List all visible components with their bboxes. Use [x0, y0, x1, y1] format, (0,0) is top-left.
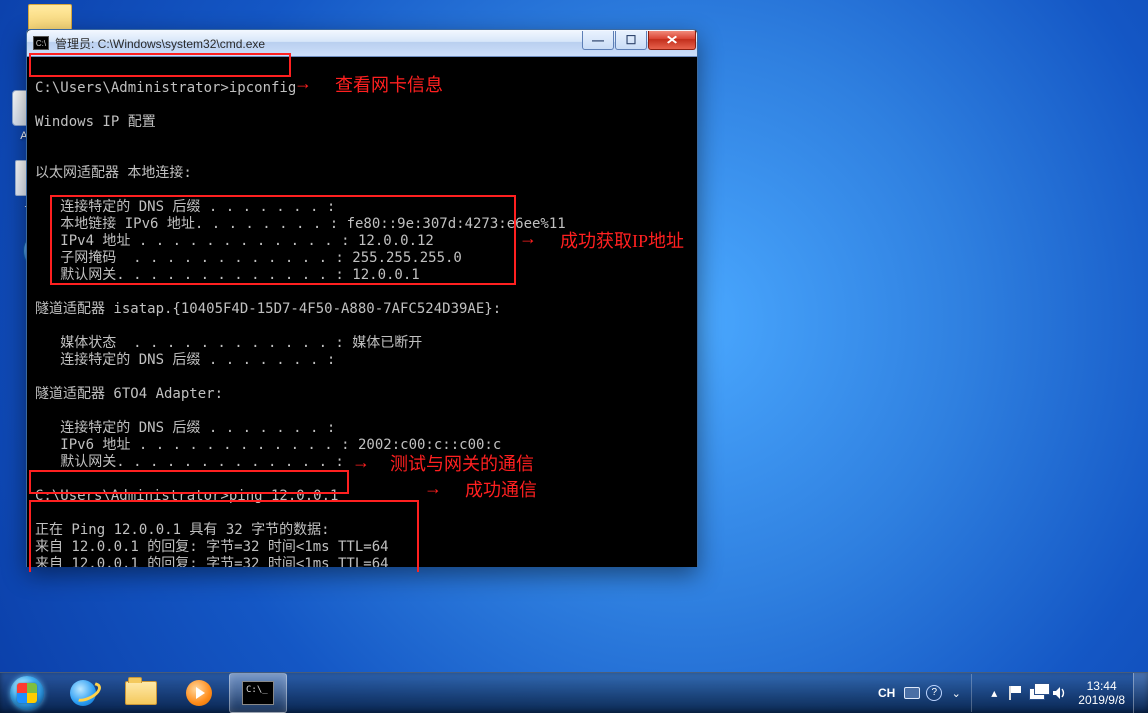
cmd-line: 以太网适配器 本地连接: [35, 165, 192, 181]
cmd-title-text: 管理员: C:\Windows\system32\cmd.exe [55, 35, 265, 52]
file-explorer-icon [125, 681, 157, 705]
cmd-window[interactable]: C:\ 管理员: C:\Windows\system32\cmd.exe — ☐… [26, 29, 698, 567]
ime-options-icon[interactable]: ⌄ [948, 685, 964, 701]
cmd-line: C:\Users\Administrator>ping 12.0.0.1 [35, 488, 338, 504]
start-button[interactable] [0, 673, 54, 713]
tray-overflow-button[interactable]: ▴ [987, 686, 1001, 700]
cmd-line: 正在 Ping 12.0.0.1 具有 32 字节的数据: [35, 522, 330, 538]
tray-separator [971, 674, 980, 712]
cmd-line: 连接特定的 DNS 后缀 . . . . . . . : [35, 199, 335, 215]
cmd-line: 隧道适配器 6TO4 Adapter: [35, 386, 223, 402]
taskbar-explorer[interactable] [113, 674, 169, 712]
cmd-icon [242, 681, 274, 705]
cmd-line: 连接特定的 DNS 后缀 . . . . . . . : [35, 352, 335, 368]
show-desktop-button[interactable] [1133, 673, 1148, 713]
cmd-line: 本地链接 IPv6 地址. . . . . . . . : fe80::9e:3… [35, 216, 566, 232]
minimize-button[interactable]: — [582, 31, 614, 50]
close-button[interactable]: ✕ [648, 31, 696, 50]
cmd-line: 默认网关. . . . . . . . . . . . . : 12.0.0.1 [35, 267, 420, 283]
taskbar-media-player[interactable] [171, 674, 227, 712]
internet-explorer-icon [70, 680, 96, 706]
maximize-button[interactable]: ☐ [615, 31, 647, 50]
cmd-line: 连接特定的 DNS 后缀 . . . . . . . : [35, 420, 335, 436]
clock-time: 13:44 [1078, 679, 1125, 693]
cmd-line: C:\Users\Administrator>ipconfig [35, 80, 296, 96]
taskbar: CH ? ⌄ ▴ 13:44 2019/9/8 [0, 672, 1148, 713]
ime-keyboard-icon[interactable] [904, 685, 920, 701]
ime-indicator[interactable]: CH [878, 686, 895, 700]
cmd-line: 来自 12.0.0.1 的回复: 字节=32 时间<1ms TTL=64 [35, 556, 389, 567]
taskbar-clock[interactable]: 13:44 2019/9/8 [1078, 679, 1125, 707]
taskbar-cmd[interactable] [229, 673, 287, 713]
cmd-line: IPv4 地址 . . . . . . . . . . . . : 12.0.0… [35, 233, 434, 249]
desktop: Adu 讠 控 C:\ 管理员: C:\Windows\system32\cmd… [0, 0, 1148, 713]
cmd-line: 默认网关. . . . . . . . . . . . . : [35, 454, 344, 470]
cmd-line: IPv6 地址 . . . . . . . . . . . . : 2002:c… [35, 437, 501, 453]
action-center-icon[interactable] [1007, 685, 1023, 701]
cmd-title-icon: C:\ [33, 36, 49, 50]
windows-logo-icon [10, 676, 44, 710]
cmd-line: 来自 12.0.0.1 的回复: 字节=32 时间<1ms TTL=64 [35, 539, 389, 555]
media-player-icon [186, 680, 212, 706]
clock-date: 2019/9/8 [1078, 693, 1125, 707]
taskbar-ie[interactable] [55, 674, 111, 712]
cmd-line: 媒体状态 . . . . . . . . . . . . : 媒体已断开 [35, 335, 422, 351]
cmd-line: 隧道适配器 isatap.{10405F4D-15D7-4F50-A880-7A… [35, 301, 501, 317]
ime-help-icon[interactable]: ? [926, 685, 942, 701]
cmd-line: 子网掩码 . . . . . . . . . . . . : 255.255.2… [35, 250, 462, 266]
network-icon[interactable] [1029, 685, 1045, 701]
cmd-output[interactable]: C:\Users\Administrator>ipconfig Windows … [27, 57, 697, 567]
volume-icon[interactable] [1051, 685, 1067, 701]
cmd-titlebar[interactable]: C:\ 管理员: C:\Windows\system32\cmd.exe — ☐… [27, 30, 697, 57]
cmd-line: Windows IP 配置 [35, 114, 156, 130]
system-tray: CH ? ⌄ ▴ 13:44 2019/9/8 [872, 673, 1148, 713]
